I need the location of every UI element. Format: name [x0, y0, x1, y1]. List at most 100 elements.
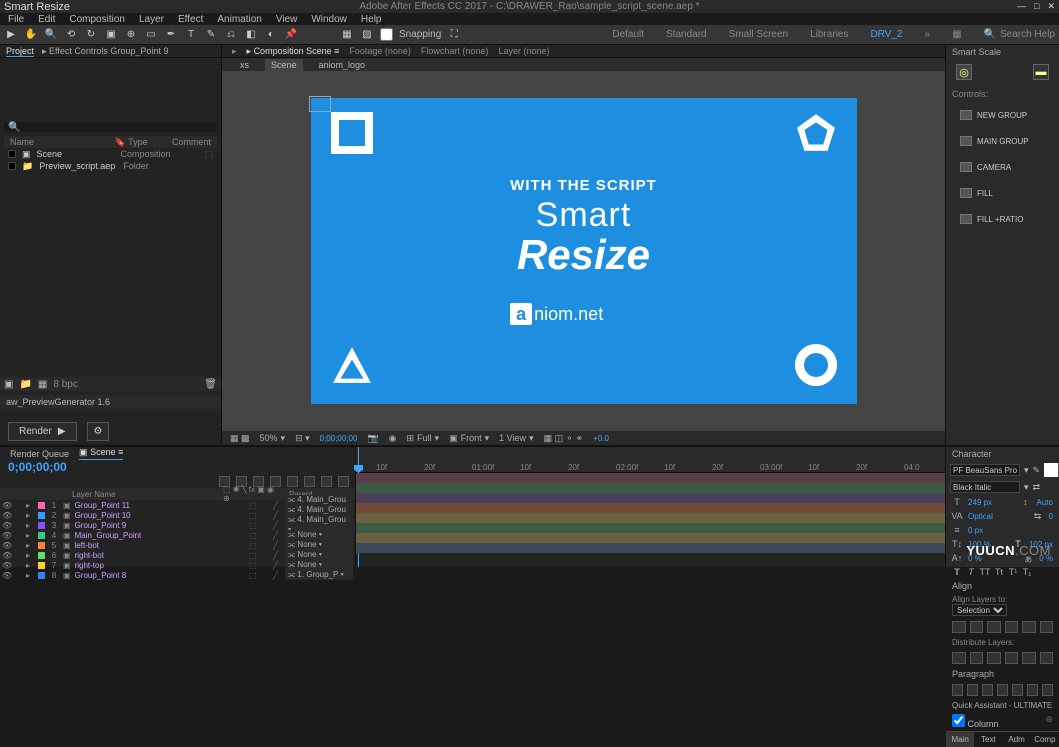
workspace-more-icon[interactable]: »: [925, 29, 931, 40]
align-left-icon[interactable]: [952, 621, 966, 633]
exposure-value[interactable]: +0.0: [593, 434, 609, 443]
para-center-icon[interactable]: [967, 684, 978, 696]
maximize-icon[interactable]: □: [1034, 1, 1039, 12]
resolution-dropdown[interactable]: ⊞ Full ▾: [407, 433, 440, 444]
layer-row[interactable]: 👁▸ 7 ▣ right-top ⬚╱ ⫘ None ▾: [0, 560, 355, 570]
magnification-icon[interactable]: ▦ ▩: [230, 433, 250, 444]
para-j1-icon[interactable]: [997, 684, 1008, 696]
menu-edit[interactable]: Edit: [38, 14, 55, 25]
visibility-icon[interactable]: 👁: [2, 531, 10, 540]
roto-tool-icon[interactable]: ◐: [264, 28, 278, 42]
label-color[interactable]: [38, 532, 45, 539]
workspace-libraries[interactable]: Libraries: [810, 29, 848, 40]
dist-2-icon[interactable]: [970, 652, 984, 664]
menu-effect[interactable]: Effect: [178, 14, 203, 25]
timecode[interactable]: 0;00;00;00: [320, 434, 358, 443]
layer-row[interactable]: 👁▸ 4 ▣ Main_Group_Point ⬚╱ ⫘ None ▾: [0, 530, 355, 540]
dist-4-icon[interactable]: [1005, 652, 1019, 664]
dist-1-icon[interactable]: [952, 652, 966, 664]
orbit-tool-icon[interactable]: ⟲: [64, 28, 78, 42]
workspace-standard[interactable]: Standard: [666, 29, 707, 40]
track[interactable]: [356, 493, 945, 503]
para-j3-icon[interactable]: [1027, 684, 1038, 696]
menu-composition[interactable]: Composition: [69, 14, 125, 25]
menu-layer[interactable]: Layer: [139, 14, 164, 25]
qa-tab-main[interactable]: Main: [946, 732, 974, 747]
visibility-icon[interactable]: 👁: [2, 501, 10, 510]
menu-animation[interactable]: Animation: [217, 14, 261, 25]
views-dropdown[interactable]: 1 View ▾: [499, 433, 533, 444]
para-right-icon[interactable]: [982, 684, 993, 696]
workspace-grid-icon[interactable]: ▦: [952, 29, 961, 40]
menu-file[interactable]: File: [8, 14, 24, 25]
snapping-checkbox[interactable]: [380, 28, 393, 41]
label-color[interactable]: [38, 502, 45, 509]
zoom-tool-icon[interactable]: 🔍: [44, 28, 58, 42]
new-group-button[interactable]: NEW GROUP: [950, 106, 1055, 124]
align-right-icon[interactable]: [987, 621, 1001, 633]
leading-value[interactable]: Auto: [1037, 498, 1053, 507]
selection-tool-icon[interactable]: ▶: [4, 28, 18, 42]
text-tool-icon[interactable]: T: [184, 28, 198, 42]
trash-icon[interactable]: 🗑: [204, 379, 217, 390]
res-auto-icon[interactable]: ⊟ ▾: [295, 433, 310, 444]
label-color[interactable]: [38, 512, 45, 519]
tab-layer[interactable]: Layer (none): [498, 46, 549, 56]
track[interactable]: [356, 473, 945, 483]
track[interactable]: [356, 513, 945, 523]
rotate-tool-icon[interactable]: ↻: [84, 28, 98, 42]
parent-dropdown[interactable]: ⫘ None ▾: [285, 550, 353, 560]
track[interactable]: [356, 533, 945, 543]
para-j4-icon[interactable]: [1042, 684, 1053, 696]
grid-icon[interactable]: ▦ ◫ ⚬ ⚭: [544, 433, 584, 444]
zoom-dropdown[interactable]: 50% ▾: [260, 433, 286, 444]
project-search-input[interactable]: 🔍: [4, 122, 217, 132]
camera-button[interactable]: CAMERA: [950, 158, 1055, 176]
track[interactable]: [356, 483, 945, 493]
menu-window[interactable]: Window: [311, 14, 347, 25]
clone-tool-icon[interactable]: ⎌: [224, 28, 238, 42]
subtab-scene[interactable]: Scene: [265, 59, 303, 71]
layer-row[interactable]: 👁▸ 5 ▣ left-bot ⬚╱ ⫘ None ▾: [0, 540, 355, 550]
dist-6-icon[interactable]: [1040, 652, 1054, 664]
mask-mode-icon[interactable]: ▦: [340, 28, 354, 42]
workspace-smallscreen[interactable]: Small Screen: [729, 29, 788, 40]
visibility-icon[interactable]: 👁: [2, 541, 10, 550]
qa-tab-text[interactable]: Text: [974, 732, 1002, 747]
tab-project[interactable]: Project: [6, 46, 34, 57]
font-dropdown-icon[interactable]: ▾: [1024, 465, 1029, 476]
visibility-icon[interactable]: 👁: [2, 551, 10, 560]
label-color[interactable]: [38, 522, 45, 529]
para-j2-icon[interactable]: [1012, 684, 1023, 696]
visibility-icon[interactable]: 👁: [2, 521, 10, 530]
tab-render-queue[interactable]: Render Queue: [10, 449, 69, 459]
channels-icon[interactable]: ◉: [389, 433, 397, 444]
menu-view[interactable]: View: [276, 14, 298, 25]
align-vcenter-icon[interactable]: [1022, 621, 1036, 633]
rect-tool-icon[interactable]: ▭: [144, 28, 158, 42]
parent-dropdown[interactable]: ⫘ None ▾: [285, 530, 353, 540]
font-size-value[interactable]: 249 px: [968, 498, 992, 507]
search-help-label[interactable]: Search Help: [1000, 29, 1055, 40]
tab-footage[interactable]: Footage (none): [349, 46, 411, 56]
fill-button[interactable]: FILL: [950, 184, 1055, 202]
subscript-icon[interactable]: T₁: [1022, 567, 1032, 577]
render-settings-button[interactable]: ⚙: [87, 422, 110, 441]
label-color[interactable]: [38, 572, 45, 579]
qa-column-checkbox[interactable]: [952, 714, 965, 727]
eyedropper-icon[interactable]: ✎: [1033, 465, 1041, 476]
tab-effect-controls[interactable]: ▸ Effect Controls Group_Point 9: [42, 46, 168, 57]
workspace-active[interactable]: DRV_2: [870, 29, 902, 40]
new-comp-icon[interactable]: ▦: [38, 379, 47, 390]
tab-comp-scene[interactable]: ▸ Composition Scene ≡: [247, 46, 340, 57]
subtab-xs[interactable]: xs: [234, 59, 255, 71]
snapshot-icon[interactable]: 📷: [367, 433, 378, 444]
eraser-tool-icon[interactable]: ◧: [244, 28, 258, 42]
para-left-icon[interactable]: [952, 684, 963, 696]
camera-tool-icon[interactable]: ▣: [104, 28, 118, 42]
timeline-tracks[interactable]: 10f20f01:00f10f20f02:00f10f20f03:00f10f2…: [356, 447, 945, 567]
panbehind-tool-icon[interactable]: ⊕: [124, 28, 138, 42]
label-color[interactable]: [38, 552, 45, 559]
layer-row[interactable]: 👁▸ 3 ▣ Group_Point 9 ⬚╱ ⫘ 4. Main_Grou ▾: [0, 520, 355, 530]
interpret-icon[interactable]: ▣: [4, 379, 13, 390]
